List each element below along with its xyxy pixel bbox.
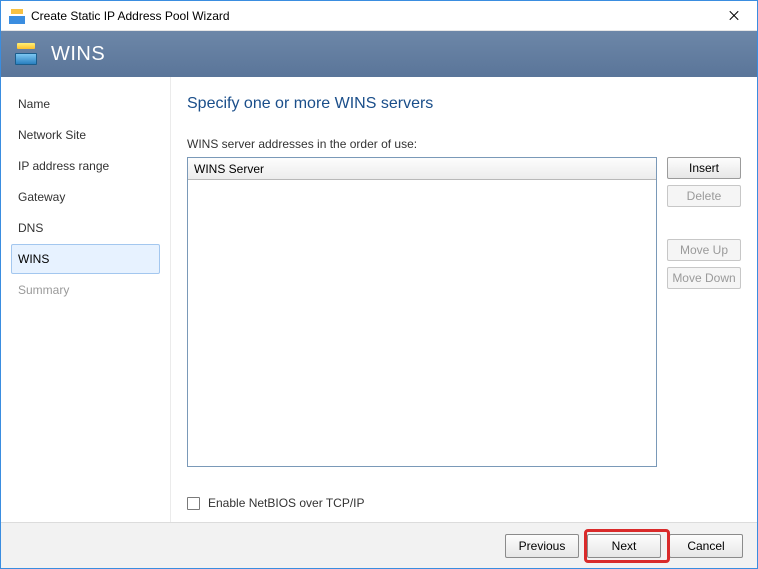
grid-column-header[interactable]: WINS Server: [188, 158, 656, 180]
sidebar: Name Network Site IP address range Gatew…: [1, 77, 171, 522]
sidebar-item-summary: Summary: [11, 275, 160, 305]
table-area: WINS Server Insert Delete Move Up Move D…: [187, 157, 741, 484]
banner: WINS: [1, 31, 757, 77]
wizard-step-icon: [15, 43, 39, 65]
cancel-button[interactable]: Cancel: [669, 534, 743, 558]
sidebar-item-dns[interactable]: DNS: [11, 213, 160, 243]
footer: Previous Next Cancel: [1, 522, 757, 568]
delete-button: Delete: [667, 185, 741, 207]
titlebar: Create Static IP Address Pool Wizard: [1, 1, 757, 31]
previous-button[interactable]: Previous: [505, 534, 579, 558]
wizard-window: Create Static IP Address Pool Wizard WIN…: [0, 0, 758, 569]
close-button[interactable]: [711, 1, 757, 31]
sidebar-item-name[interactable]: Name: [11, 89, 160, 119]
banner-title: WINS: [51, 43, 105, 66]
close-icon: [728, 10, 740, 22]
enable-netbios-label: Enable NetBIOS over TCP/IP: [208, 496, 365, 510]
body: Name Network Site IP address range Gatew…: [1, 77, 757, 522]
instruction-label: WINS server addresses in the order of us…: [187, 137, 741, 151]
sidebar-item-ip-address-range[interactable]: IP address range: [11, 151, 160, 181]
move-up-button: Move Up: [667, 239, 741, 261]
app-icon: [9, 8, 25, 24]
button-spacer: [667, 213, 741, 233]
main-panel: Specify one or more WINS servers WINS se…: [171, 77, 757, 522]
next-button[interactable]: Next: [587, 534, 661, 558]
grid-button-column: Insert Delete Move Up Move Down: [667, 157, 741, 289]
page-heading: Specify one or more WINS servers: [187, 95, 741, 113]
sidebar-item-wins[interactable]: WINS: [11, 244, 160, 274]
window-title: Create Static IP Address Pool Wizard: [31, 9, 711, 23]
grid-body-empty[interactable]: [188, 180, 656, 466]
move-down-button: Move Down: [667, 267, 741, 289]
wins-server-grid[interactable]: WINS Server: [187, 157, 657, 467]
sidebar-item-gateway[interactable]: Gateway: [11, 182, 160, 212]
sidebar-item-network-site[interactable]: Network Site: [11, 120, 160, 150]
insert-button[interactable]: Insert: [667, 157, 741, 179]
enable-netbios-checkbox[interactable]: [187, 497, 200, 510]
checkbox-row: Enable NetBIOS over TCP/IP: [187, 496, 741, 510]
